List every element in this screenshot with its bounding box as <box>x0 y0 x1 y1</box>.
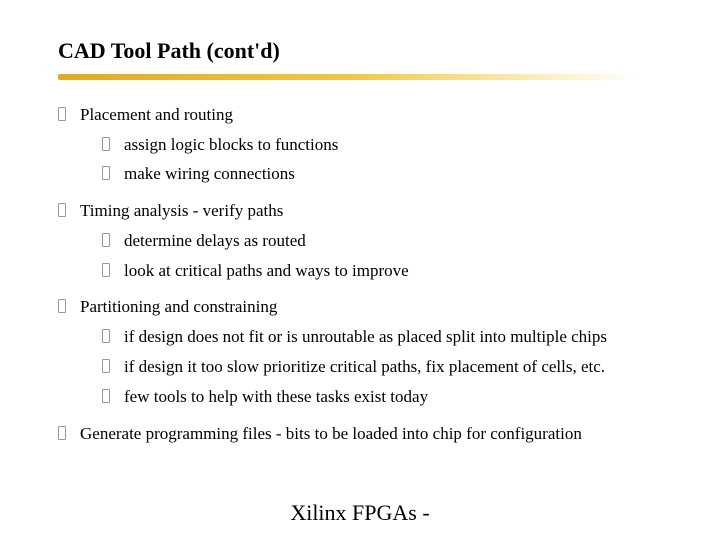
bullet-text: Placement and routing <box>80 105 233 124</box>
bullet-level2: if design it too slow prioritize critica… <box>102 352 670 382</box>
slide-title: CAD Tool Path (cont'd) <box>58 38 670 64</box>
bullet-level1: Generate programming files - bits to be … <box>58 417 670 452</box>
bullet-text: if design does not fit or is unroutable … <box>124 327 607 346</box>
bullet-list: Placement and routing assign logic block… <box>58 98 670 451</box>
bullet-level1: Partitioning and constraining if design … <box>58 290 670 416</box>
bullet-text: look at critical paths and ways to impro… <box>124 261 409 280</box>
bullet-level1: Placement and routing assign logic block… <box>58 98 670 194</box>
sub-bullet-list: if design does not fit or is unroutable … <box>80 322 670 411</box>
title-underline <box>58 74 638 80</box>
bullet-text: Timing analysis - verify paths <box>80 201 283 220</box>
slide-footer: Xilinx FPGAs - <box>0 500 720 526</box>
bullet-text: determine delays as routed <box>124 231 306 250</box>
bullet-level2: few tools to help with these tasks exist… <box>102 382 670 412</box>
bullet-text: Generate programming files - bits to be … <box>80 424 582 443</box>
bullet-level1: Timing analysis - verify paths determine… <box>58 194 670 290</box>
bullet-level2: determine delays as routed <box>102 226 670 256</box>
sub-bullet-list: determine delays as routed look at criti… <box>80 226 670 286</box>
bullet-level2: if design does not fit or is unroutable … <box>102 322 670 352</box>
bullet-text: if design it too slow prioritize critica… <box>124 357 605 376</box>
slide: CAD Tool Path (cont'd) Placement and rou… <box>0 0 720 451</box>
bullet-text: make wiring connections <box>124 164 295 183</box>
bullet-text: Partitioning and constraining <box>80 297 277 316</box>
bullet-level2: look at critical paths and ways to impro… <box>102 256 670 286</box>
sub-bullet-list: assign logic blocks to functions make wi… <box>80 130 670 190</box>
bullet-text: assign logic blocks to functions <box>124 135 338 154</box>
bullet-level2: assign logic blocks to functions <box>102 130 670 160</box>
bullet-text: few tools to help with these tasks exist… <box>124 387 428 406</box>
bullet-level2: make wiring connections <box>102 159 670 189</box>
